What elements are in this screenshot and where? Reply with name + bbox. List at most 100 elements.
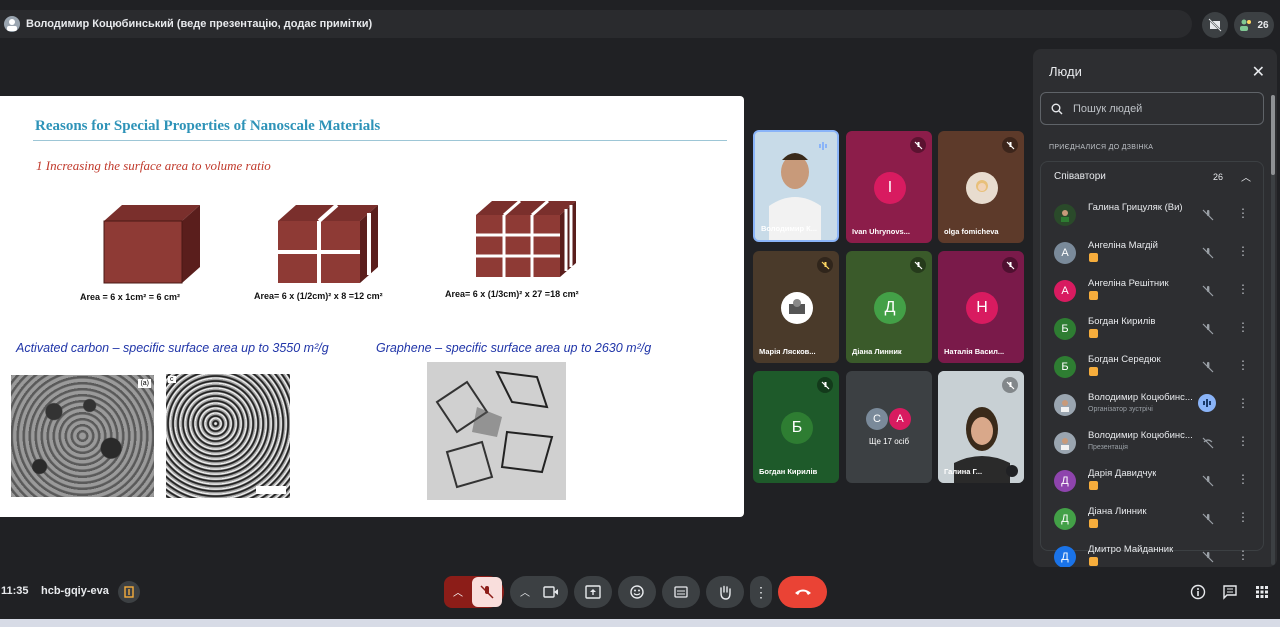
more-options-icon[interactable]: ⋮ (1237, 359, 1249, 371)
mic-off-icon[interactable] (472, 577, 502, 607)
person-name: Дарія Давидчук (1088, 468, 1157, 479)
person-name: Богдан Кирилів (1088, 316, 1156, 327)
list-item[interactable]: Д Дарія Давидчук ⋮ (1041, 462, 1265, 500)
badge-icon (1089, 253, 1098, 262)
panel-scrollbar[interactable] (1271, 95, 1275, 565)
raise-hand-button[interactable] (706, 576, 744, 608)
emoji-icon (630, 585, 644, 599)
badge-icon (1089, 519, 1098, 528)
more-options-button[interactable]: ⋮ (750, 576, 772, 608)
mic-off-icon (1002, 377, 1018, 393)
host-controls-icon[interactable] (118, 581, 140, 603)
others-count: Ще 17 осіб (868, 437, 910, 446)
people-count: 26 (1257, 19, 1269, 31)
badge-icon (1089, 367, 1098, 376)
mic-off-icon (1202, 512, 1214, 530)
activated-carbon-image: (a) (11, 375, 154, 497)
mic-off-icon (1002, 257, 1018, 273)
meeting-info-icon[interactable] (1187, 581, 1209, 603)
group-header[interactable]: Співавтори 26 ︿ (1041, 162, 1263, 191)
tile-name: Богдан Кирилів (759, 467, 818, 476)
badge-icon (1089, 329, 1098, 338)
slide-subtitle: 1 Increasing the surface area to volume … (36, 158, 271, 173)
list-item[interactable]: А Ангеліна Решітник ⋮ (1041, 272, 1265, 310)
list-item[interactable]: Д Дмитро Майданник ⋮ (1041, 538, 1265, 567)
avatar: Д (874, 292, 906, 324)
participant-tile-self[interactable]: Галина Г... (938, 371, 1024, 483)
mic-off-icon (910, 137, 926, 153)
participant-tile-4[interactable]: Марія Лясков... (753, 251, 839, 363)
camera-off-icon[interactable] (1202, 12, 1228, 38)
participant-tile-6[interactable]: Н Наталія Васил... (938, 251, 1024, 363)
cube-single (103, 205, 200, 284)
image-label-a: (a) (138, 379, 151, 388)
more-options-icon[interactable]: ⋮ (1237, 549, 1249, 561)
pin-icon (1006, 465, 1018, 477)
people-button[interactable]: 26 (1234, 12, 1274, 38)
person-role: Презентація (1088, 444, 1128, 451)
participant-tile-7[interactable]: Б Богдан Кирилів (753, 371, 839, 483)
mic-off-icon (1202, 246, 1214, 264)
chevron-up-icon[interactable]: ︿ (520, 584, 530, 599)
avatar (966, 172, 998, 204)
audio-off-icon (1202, 436, 1214, 454)
avatar: С (866, 408, 888, 430)
person-role: Організатор зустрічі (1088, 406, 1153, 413)
phone-hangup-icon (794, 589, 811, 595)
captions-button[interactable] (662, 576, 700, 608)
search-input[interactable]: Пошук людей (1040, 92, 1264, 125)
image-label-c: c (168, 376, 176, 383)
porous-carbon-image: c (166, 374, 290, 498)
reactions-button[interactable] (618, 576, 656, 608)
list-item[interactable]: Галина Грицуляк (Ви) ⋮ (1041, 196, 1265, 234)
mic-toggle[interactable]: ︿ (444, 576, 504, 608)
list-item[interactable]: Б Богдан Середюк ⋮ (1041, 348, 1265, 386)
more-options-icon[interactable]: ⋮ (1237, 207, 1249, 219)
present-button[interactable] (574, 576, 612, 608)
camera-icon[interactable] (543, 585, 559, 599)
participant-tile-3[interactable]: olga fomicheva (938, 131, 1024, 243)
others-tile[interactable]: С А Ще 17 осіб (846, 371, 932, 483)
list-item[interactable]: Володимир Коцюбинс... Організатор зустрі… (1041, 386, 1265, 424)
leave-call-button[interactable] (778, 576, 827, 608)
more-options-icon[interactable]: ⋮ (1237, 397, 1249, 409)
more-options-icon[interactable]: ⋮ (1237, 283, 1249, 295)
person-name: Галина Грицуляк (Ви) (1088, 202, 1183, 213)
mic-off-icon (1202, 322, 1214, 340)
camera-toggle[interactable]: ︿ (510, 576, 568, 608)
tile-name: olga fomicheva (944, 227, 999, 236)
participant-tile-1[interactable]: Володимир К... (753, 130, 839, 242)
mic-off-icon (910, 257, 926, 273)
avatar: А (889, 408, 911, 430)
list-item[interactable]: Д Діана Линник ⋮ (1041, 500, 1265, 538)
cube-eight (278, 203, 378, 283)
more-options-icon[interactable]: ⋮ (1237, 435, 1249, 447)
participant-tile-5[interactable]: Д Діана Линник (846, 251, 932, 363)
captions-icon (674, 586, 688, 598)
mic-off-icon (817, 257, 833, 273)
list-item[interactable]: А Ангеліна Магдій ⋮ (1041, 234, 1265, 272)
avatar: Б (781, 412, 813, 444)
chat-icon[interactable] (1219, 581, 1241, 603)
mic-off-icon (1202, 208, 1214, 226)
presenter-avatar-icon (4, 16, 20, 32)
group-label: Співавтори (1054, 171, 1106, 182)
list-item[interactable]: Б Богдан Кирилів ⋮ (1041, 310, 1265, 348)
presenter-bar: Володимир Коцюбинський (веде презентацію… (0, 10, 1192, 38)
more-options-icon[interactable]: ⋮ (1237, 511, 1249, 523)
activities-icon[interactable] (1251, 581, 1273, 603)
tile-name: Наталія Васил... (944, 347, 1005, 356)
person-name: Ангеліна Решітник (1088, 278, 1169, 289)
close-icon[interactable]: ✕ (1252, 62, 1265, 82)
chevron-up-icon[interactable]: ︿ (1241, 169, 1251, 184)
avatar: Д (1054, 508, 1076, 530)
more-options-icon[interactable]: ⋮ (1237, 321, 1249, 333)
meeting-code: hcb-gqiy-eva (41, 585, 109, 597)
chevron-up-icon[interactable]: ︿ (453, 584, 463, 599)
participant-tile-2[interactable]: I Ivan Uhrynovs... (846, 131, 932, 243)
more-vert-icon: ⋮ (754, 583, 768, 600)
list-item[interactable]: Володимир Коцюбинс... Презентація ⋮ (1041, 424, 1265, 462)
more-options-icon[interactable]: ⋮ (1237, 245, 1249, 257)
tile-name: Діана Линник (852, 347, 902, 356)
more-options-icon[interactable]: ⋮ (1237, 473, 1249, 485)
